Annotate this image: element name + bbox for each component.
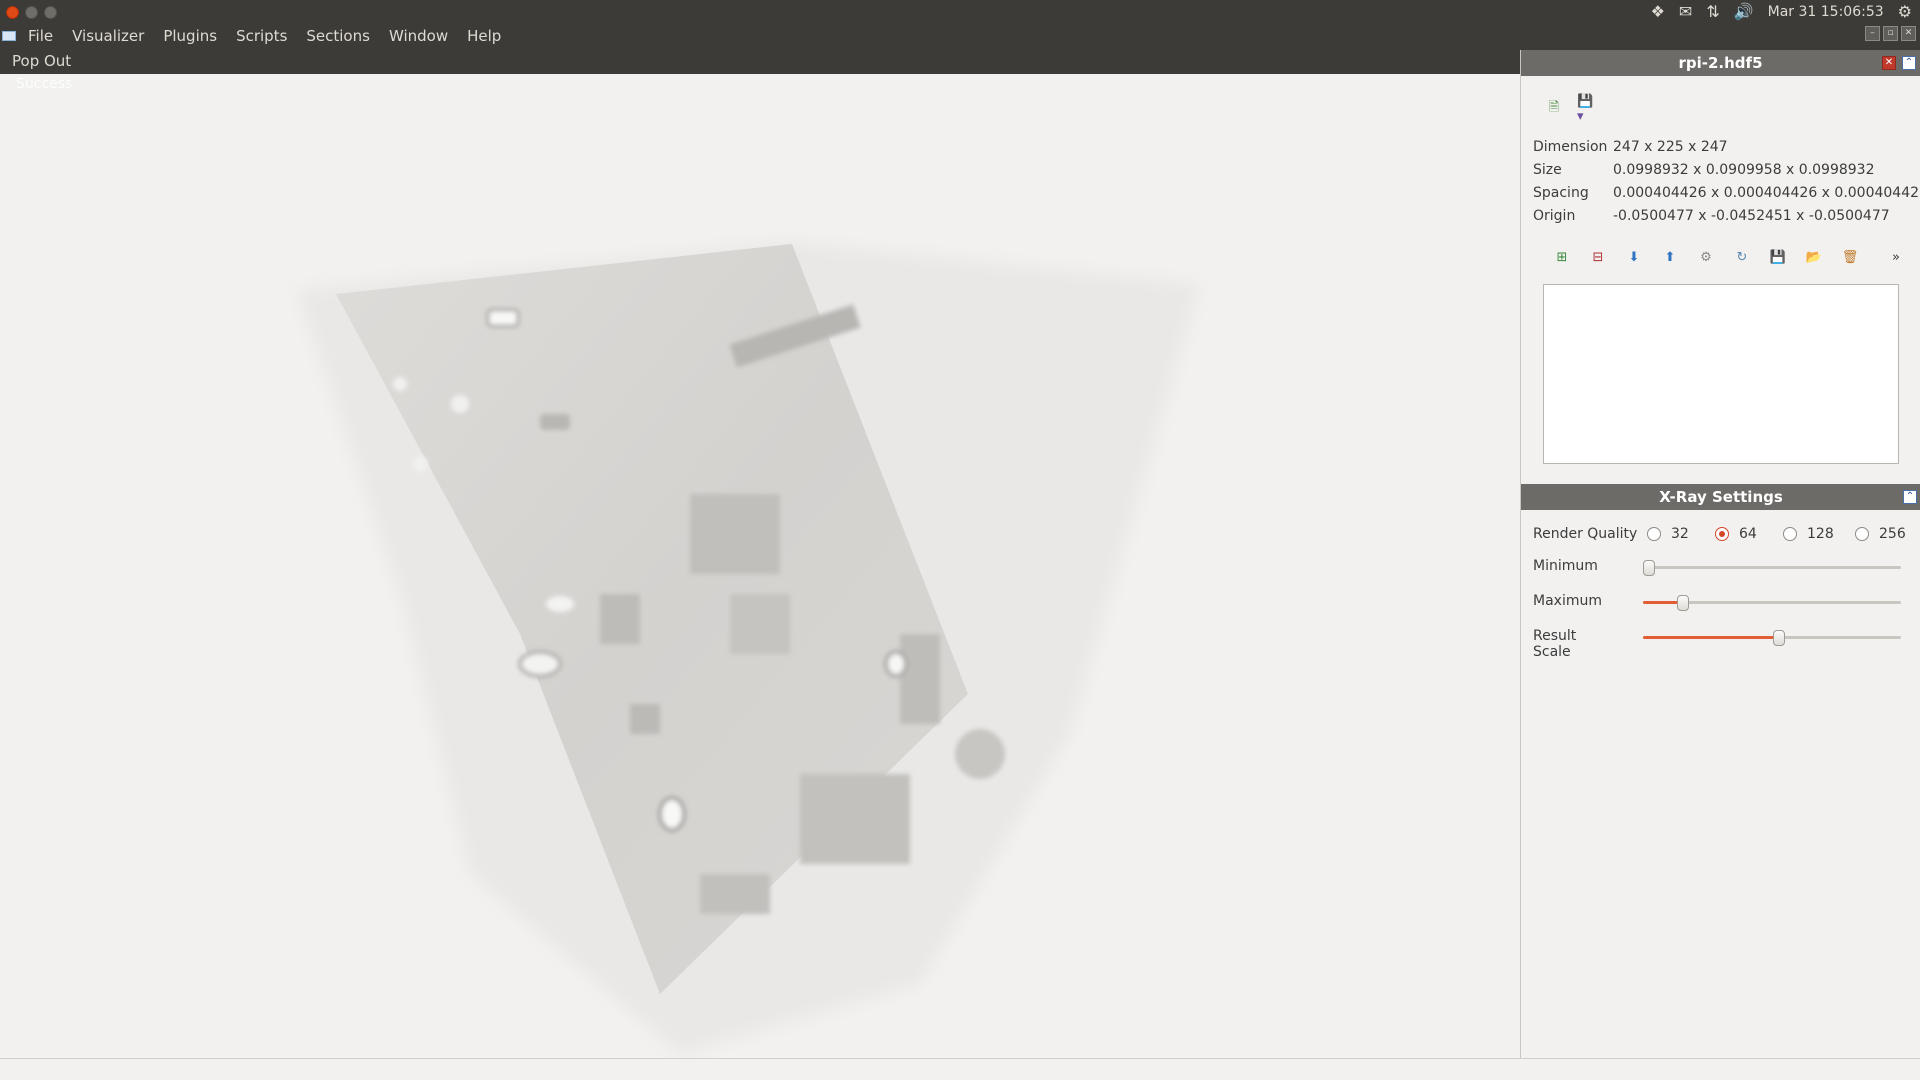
volume-viewport[interactable] xyxy=(0,74,1520,1058)
window-close-button[interactable] xyxy=(6,6,19,19)
maximum-slider[interactable] xyxy=(1643,595,1901,611)
menu-scripts[interactable]: Scripts xyxy=(236,27,287,45)
xray-panel-title: X-Ray Settings xyxy=(1659,488,1783,506)
save-icon[interactable]: 💾 xyxy=(1767,248,1789,266)
info-row-origin: Origin -0.0500477 x -0.0452451 x -0.0500… xyxy=(1533,207,1890,224)
xray-settings-body: Render Quality 32 64 128 256 Minimum Max… xyxy=(1533,526,1906,660)
open-folder-icon[interactable]: 📂 xyxy=(1803,248,1825,266)
remove-module-icon[interactable]: ⊟ xyxy=(1587,248,1609,266)
menu-visualizer[interactable]: Visualizer xyxy=(72,27,144,45)
status-message: Success xyxy=(16,76,73,92)
move-down-icon[interactable]: ⬇ xyxy=(1623,248,1645,266)
result-scale-slider[interactable] xyxy=(1643,630,1901,646)
mdi-minimize-icon[interactable]: – xyxy=(1865,26,1880,41)
menu-help[interactable]: Help xyxy=(467,27,501,45)
render-quality-option-128[interactable]: 128 xyxy=(1783,526,1834,542)
mdi-restore-icon[interactable]: ▫ xyxy=(1883,26,1898,41)
menu-window[interactable]: Window xyxy=(389,27,448,45)
status-bar xyxy=(0,1058,1920,1080)
mdi-window-controls: – ▫ ✕ xyxy=(1865,26,1916,41)
slider-handle[interactable] xyxy=(1773,630,1785,646)
toolbar-overflow-icon[interactable]: » xyxy=(1885,248,1907,266)
system-indicators: ❖ ✉ ⇅ 🔊 Mar 31 15:06:53 ⚙ xyxy=(1651,0,1912,24)
network-icon[interactable]: ⇅ xyxy=(1706,4,1719,20)
xray-settings-panel: X-Ray Settings ⌃ Render Quality 32 64 12… xyxy=(1521,484,1920,690)
file-toolbar: 🗎 💾▾ xyxy=(1545,94,1595,124)
operator-list[interactable] xyxy=(1543,284,1899,464)
render-quality-option-32[interactable]: 32 xyxy=(1647,526,1689,542)
info-row-dimension: Dimension 247 x 225 x 247 xyxy=(1533,138,1728,155)
menu-file[interactable]: File xyxy=(28,27,53,45)
clock[interactable]: Mar 31 15:06:53 xyxy=(1768,4,1884,20)
title-row: ❖ ✉ ⇅ 🔊 Mar 31 15:06:53 ⚙ xyxy=(0,0,1920,24)
radio-button[interactable] xyxy=(1647,527,1661,541)
save-dropdown-icon[interactable]: 💾▾ xyxy=(1577,94,1595,124)
slider-handle[interactable] xyxy=(1643,560,1655,576)
slider-fill xyxy=(1643,636,1779,639)
configure-icon[interactable]: ⚙ xyxy=(1695,248,1717,266)
add-dataset-icon[interactable]: 🗎 xyxy=(1545,100,1563,118)
minimum-slider[interactable] xyxy=(1643,560,1901,576)
window-maximize-button[interactable] xyxy=(44,6,57,19)
radio-button[interactable] xyxy=(1855,527,1869,541)
add-module-icon[interactable]: ⊞ xyxy=(1551,248,1573,266)
mail-icon[interactable]: ✉ xyxy=(1679,4,1692,20)
window-minimize-button[interactable] xyxy=(25,6,38,19)
menu-sections[interactable]: Sections xyxy=(306,27,370,45)
menu-bar: File Visualizer Plugins Scripts Sections… xyxy=(0,24,520,48)
volume-icon[interactable]: 🔊 xyxy=(1734,4,1754,20)
float-xray-panel-icon[interactable]: ⌃ xyxy=(1903,490,1917,504)
operator-toolbar: ⊞ ⊟ ⬇ ⬆ ⚙ ↻ 💾 📂 🗑 » xyxy=(1551,248,1907,266)
render-quality-label: Render Quality xyxy=(1533,526,1638,542)
reset-icon[interactable]: ↻ xyxy=(1731,248,1753,266)
mdi-close-icon[interactable]: ✕ xyxy=(1901,26,1916,41)
pop-out-button[interactable]: Pop Out xyxy=(12,52,71,70)
delete-icon[interactable]: 🗑 xyxy=(1839,248,1861,266)
float-panel-icon[interactable]: ⌃ xyxy=(1902,56,1916,70)
radio-button[interactable] xyxy=(1783,527,1797,541)
settings-icon[interactable]: ⚙ xyxy=(1898,4,1912,20)
dataset-info: Dimension 247 x 225 x 247 Size 0.0998932… xyxy=(1533,135,1920,227)
move-up-icon[interactable]: ⬆ xyxy=(1659,248,1681,266)
slider-handle[interactable] xyxy=(1677,595,1689,611)
dataset-panel-header: rpi-2.hdf5 ✕ ⌃ xyxy=(1521,50,1920,76)
xray-volume-render xyxy=(296,242,1200,1054)
dropbox-icon[interactable]: ❖ xyxy=(1651,4,1665,20)
close-panel-icon[interactable]: ✕ xyxy=(1882,56,1896,70)
render-quality-option-256[interactable]: 256 xyxy=(1855,526,1906,542)
menu-plugins[interactable]: Plugins xyxy=(163,27,217,45)
dataset-title: rpi-2.hdf5 xyxy=(1678,54,1763,72)
right-dock: rpi-2.hdf5 ✕ ⌃ 🗎 💾▾ Dimension 247 x 225 … xyxy=(1520,50,1920,1058)
app-icon xyxy=(2,31,16,41)
radio-button-selected[interactable] xyxy=(1715,527,1729,541)
info-row-size: Size 0.0998932 x 0.0909958 x 0.0998932 xyxy=(1533,161,1875,178)
info-row-spacing: Spacing 0.000404426 x 0.000404426 x 0.00… xyxy=(1533,184,1920,201)
render-quality-option-64[interactable]: 64 xyxy=(1715,526,1757,542)
xray-panel-header: X-Ray Settings ⌃ xyxy=(1521,484,1920,510)
